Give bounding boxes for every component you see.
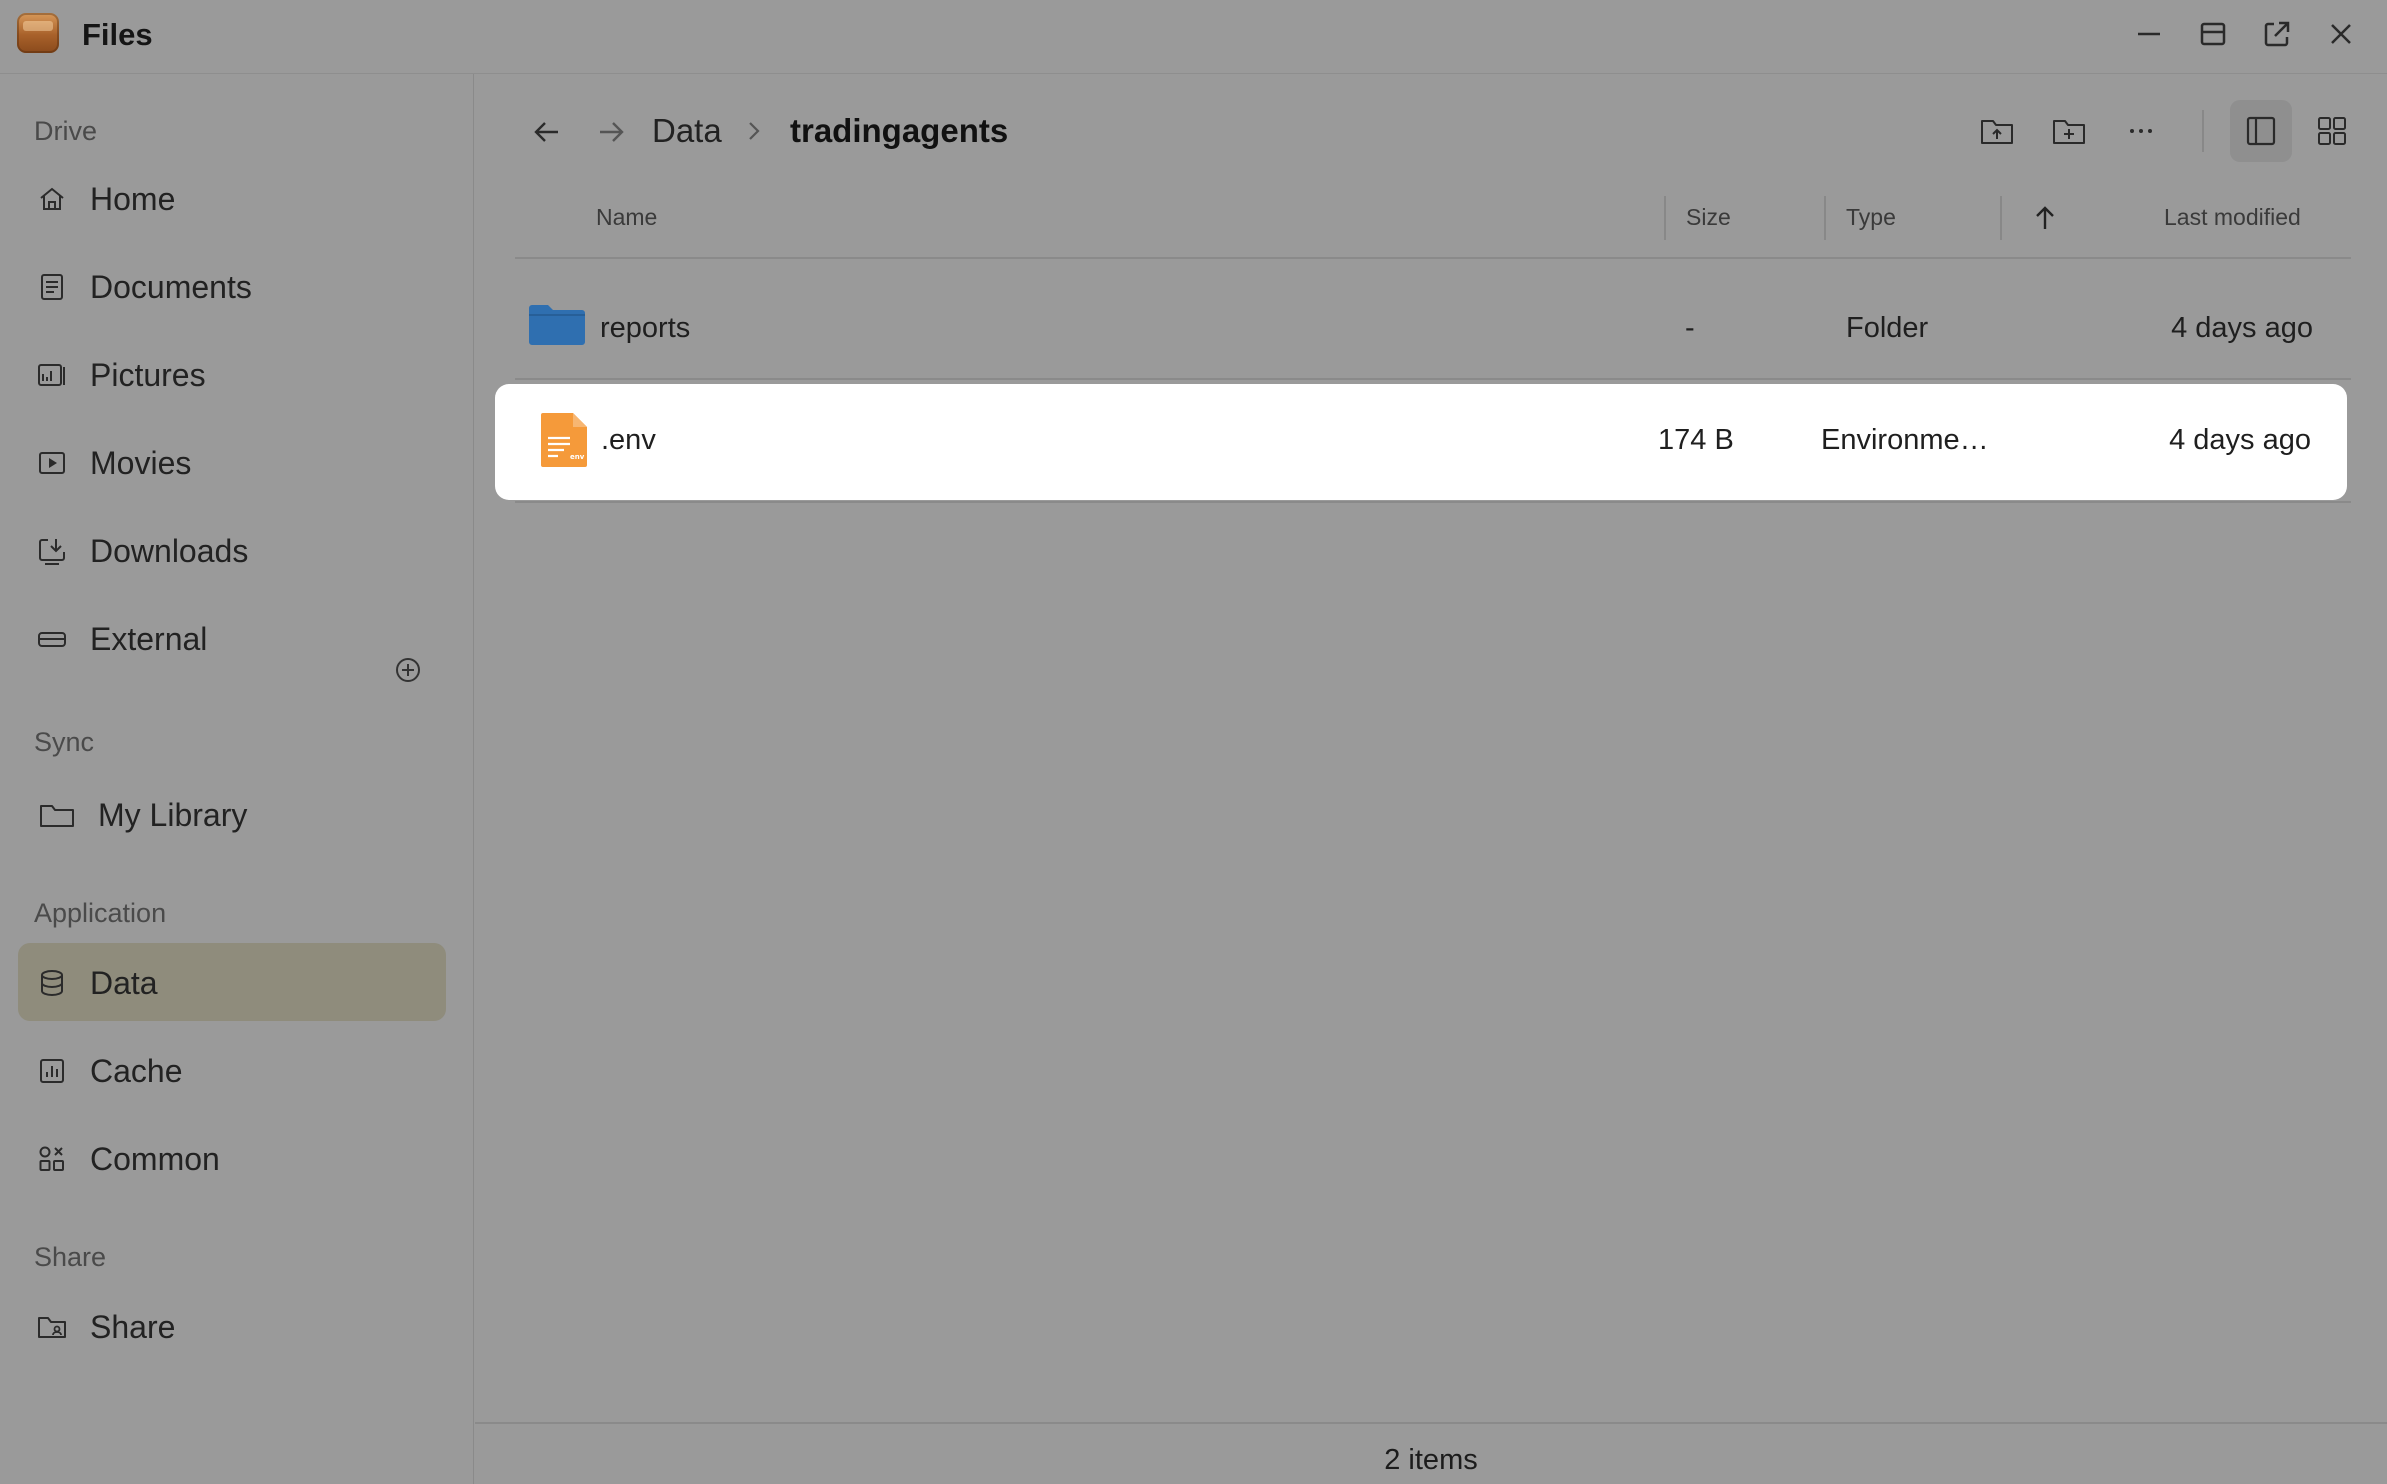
file-type: Folder	[1846, 312, 1929, 344]
section-label-sync: Sync	[34, 727, 95, 757]
svg-text:env: env	[570, 453, 585, 461]
sidebar-item-label: Home	[90, 181, 176, 217]
table-row-selected[interactable]: env .env 174 B Environme… 4 days ago	[495, 384, 2347, 500]
column-divider[interactable]	[1824, 196, 1826, 240]
more-icon[interactable]	[2122, 112, 2160, 150]
column-header-name[interactable]: Name	[596, 204, 657, 231]
chevron-right-icon	[741, 118, 767, 144]
home-icon	[36, 183, 68, 215]
sidebar-item-pictures[interactable]: Pictures	[18, 335, 446, 413]
grid-view-icon[interactable]	[2313, 112, 2351, 150]
movie-icon	[36, 447, 68, 479]
env-file-icon: env	[535, 410, 595, 470]
column-divider[interactable]	[2000, 196, 2002, 240]
file-name: .env	[601, 424, 656, 456]
details-pane-icon[interactable]	[2242, 112, 2280, 150]
sidebar-item-external[interactable]: External	[18, 599, 446, 677]
item-count: 2 items	[1384, 1444, 1478, 1476]
sort-ascending-icon[interactable]	[2029, 202, 2061, 234]
files-app-icon	[17, 13, 59, 53]
sidebar-item-movies[interactable]: Movies	[18, 423, 446, 501]
footer-divider	[475, 1422, 2387, 1424]
back-arrow-icon[interactable]	[529, 114, 565, 150]
shared-folder-icon	[36, 1311, 68, 1343]
file-modified: 4 days ago	[2169, 424, 2311, 456]
sidebar-item-label: Documents	[90, 269, 252, 305]
document-icon	[36, 271, 68, 303]
restore-icon[interactable]	[2196, 17, 2230, 51]
sidebar-item-label: Pictures	[90, 357, 206, 393]
sidebar-item-label: External	[90, 621, 208, 657]
column-divider[interactable]	[1664, 196, 1666, 240]
sidebar-item-home[interactable]: Home	[18, 159, 446, 237]
file-type: Environme…	[1821, 424, 1989, 456]
sidebar-item-share[interactable]: Share	[18, 1287, 446, 1365]
column-header-type[interactable]: Type	[1846, 204, 1896, 231]
file-name: reports	[600, 312, 691, 344]
sidebar-item-my-library[interactable]: My Library	[18, 775, 446, 853]
table-row[interactable]: reports - Folder 4 days ago	[495, 274, 2347, 390]
sidebar-item-label: Data	[90, 965, 158, 1001]
sidebar-item-label: Share	[90, 1309, 176, 1345]
file-size: 174 B	[1658, 424, 1734, 456]
sidebar-item-data[interactable]: Data	[18, 943, 446, 1021]
section-label-drive: Drive	[34, 116, 98, 146]
section-label-share: Share	[34, 1242, 107, 1272]
folder-icon	[38, 799, 76, 831]
header-divider	[515, 257, 2351, 259]
file-size: -	[1685, 312, 1695, 344]
close-icon[interactable]	[2324, 17, 2358, 51]
pop-out-icon[interactable]	[2260, 17, 2294, 51]
chart-icon	[36, 1055, 68, 1087]
pictures-icon	[36, 359, 68, 391]
sidebar: Drive Home Documents Pictures Movies Dow…	[0, 74, 474, 1484]
title-bar: Files	[0, 0, 2387, 74]
add-sync-icon[interactable]	[393, 655, 423, 685]
forward-arrow-icon[interactable]	[593, 114, 629, 150]
file-modified: 4 days ago	[2171, 312, 2313, 344]
drive-icon	[36, 623, 68, 655]
database-icon	[36, 967, 68, 999]
apps-icon	[36, 1143, 68, 1175]
sidebar-item-label: Cache	[90, 1053, 183, 1089]
toolbar-divider	[2202, 110, 2204, 152]
section-label-application: Application	[34, 898, 167, 928]
upload-icon[interactable]	[1978, 112, 2016, 150]
download-icon	[36, 535, 68, 567]
breadcrumb-item[interactable]: Data	[652, 112, 722, 150]
sidebar-item-label: Movies	[90, 445, 192, 481]
row-divider	[515, 501, 2351, 503]
sidebar-item-label: My Library	[98, 797, 248, 833]
minimize-icon[interactable]	[2132, 17, 2166, 51]
row-divider	[515, 378, 2351, 380]
column-header-size[interactable]: Size	[1686, 204, 1731, 231]
folder-icon	[527, 294, 587, 354]
sidebar-item-label: Common	[90, 1141, 220, 1177]
sidebar-item-downloads[interactable]: Downloads	[18, 511, 446, 589]
file-browser: Data tradingagents Name Size Type Last m…	[475, 74, 2387, 1484]
sidebar-item-common[interactable]: Common	[18, 1119, 446, 1197]
new-folder-icon[interactable]	[2050, 112, 2088, 150]
app-title: Files	[82, 17, 153, 52]
column-header-last-modified[interactable]: Last modified	[2164, 204, 2301, 231]
sidebar-item-cache[interactable]: Cache	[18, 1031, 446, 1109]
sidebar-item-label: Downloads	[90, 533, 249, 569]
breadcrumb-current: tradingagents	[790, 112, 1009, 149]
sidebar-item-documents[interactable]: Documents	[18, 247, 446, 325]
